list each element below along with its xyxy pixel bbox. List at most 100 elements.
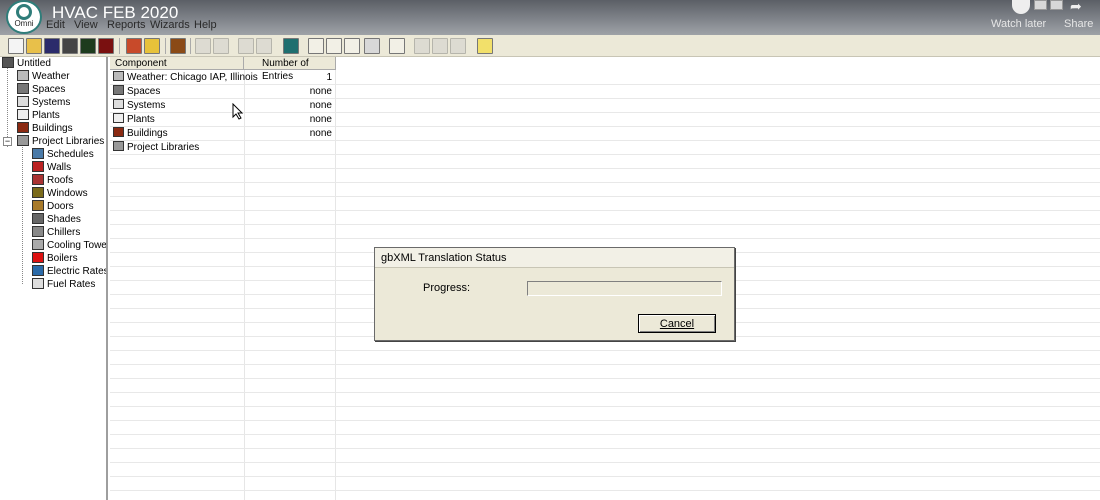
tree-item-electric-rates[interactable]: Electric Rates (32, 265, 106, 278)
table-row[interactable]: Spaces (113, 85, 160, 98)
open-book-icon[interactable] (62, 38, 78, 54)
weather-icon (113, 71, 124, 81)
save-icon[interactable] (44, 38, 60, 54)
toolbar-separator (119, 38, 120, 54)
tree-item-cooling-towers[interactable]: Cooling Towers (32, 239, 106, 252)
tree-view-icon[interactable] (326, 38, 342, 54)
save-library-icon[interactable] (80, 38, 96, 54)
translation-status-dialog: gbXML Translation Status Progress: Cance… (374, 247, 735, 341)
new-file-icon[interactable] (8, 38, 24, 54)
image-view-icon[interactable] (283, 38, 299, 54)
minimize-icon[interactable] (1034, 0, 1047, 10)
walls-icon (32, 161, 44, 172)
cooling-towers-icon (32, 239, 44, 250)
grid-line (110, 392, 1100, 393)
grid-line (110, 420, 1100, 421)
print-icon[interactable] (450, 38, 466, 54)
buildings-icon (113, 127, 124, 137)
properties-icon[interactable] (256, 38, 272, 54)
tree-item-project-libraries[interactable]: Project Libraries (17, 135, 104, 148)
progress-label: Progress: (423, 282, 471, 294)
edit-item-icon[interactable] (238, 38, 254, 54)
tree-item-fuel-rates[interactable]: Fuel Rates (32, 278, 95, 291)
tree-item-chillers[interactable]: Chillers (32, 226, 80, 239)
tree-item-schedules[interactable]: Schedules (32, 148, 94, 161)
grid-line (110, 406, 1100, 407)
share-icon[interactable]: ➦ (1070, 0, 1090, 13)
house-icon[interactable] (144, 38, 160, 54)
tree-root[interactable]: Untitled (2, 57, 51, 70)
tree-connector (22, 147, 23, 284)
grid-line (110, 224, 1100, 225)
graph-icon[interactable] (432, 38, 448, 54)
toolbar-separator (165, 38, 166, 54)
tree-item-doors[interactable]: Doors (32, 200, 74, 213)
table-row[interactable]: Weather: Chicago IAP, Illinois (113, 71, 258, 84)
tree-item-roofs[interactable]: Roofs (32, 174, 73, 187)
grid-line (110, 238, 1100, 239)
entries-cell: none (309, 86, 332, 97)
column-header-component[interactable]: Component (110, 57, 244, 70)
tree-item-systems[interactable]: Systems (17, 96, 70, 109)
table-row[interactable]: Buildings (113, 127, 168, 140)
copy-icon[interactable] (195, 38, 211, 54)
entries-cell: 1 (326, 72, 332, 83)
delete-icon[interactable] (213, 38, 229, 54)
table-row[interactable]: Project Libraries (113, 141, 199, 154)
chillers-icon (32, 226, 44, 237)
save-as-icon[interactable] (98, 38, 114, 54)
grid-line (110, 476, 1100, 477)
channel-logo-text: Omni (14, 19, 34, 28)
collapse-toggle[interactable]: − (3, 137, 12, 146)
plants-icon (113, 113, 124, 123)
grid-line (110, 154, 1100, 155)
tree-item-weather[interactable]: Weather (17, 70, 70, 83)
grid-line (110, 168, 1100, 169)
calculator-icon[interactable] (170, 38, 186, 54)
building-wizard-icon[interactable] (126, 38, 142, 54)
toolbar (0, 35, 1100, 57)
mouse-cursor-icon (232, 103, 244, 120)
menu-view[interactable]: View (74, 19, 98, 31)
doors-icon (32, 200, 44, 211)
pencil-icon[interactable] (414, 38, 430, 54)
roofs-icon (32, 174, 44, 185)
grid-line (110, 350, 1100, 351)
systems-icon (113, 99, 124, 109)
electric-rates-icon (32, 265, 44, 276)
weather-icon (17, 70, 29, 81)
table-row[interactable]: Systems (113, 99, 165, 112)
grid-line (110, 448, 1100, 449)
tree-item-spaces[interactable]: Spaces (17, 83, 65, 96)
list-view-icon[interactable] (344, 38, 360, 54)
clock-icon[interactable] (1012, 0, 1030, 14)
systems-icon (17, 96, 29, 107)
entries-cell (250, 141, 332, 154)
channel-logo[interactable]: Omni (6, 0, 42, 34)
tree-item-plants[interactable]: Plants (17, 109, 60, 122)
chart-icon[interactable] (308, 38, 324, 54)
buildings-icon (17, 122, 29, 133)
library-icon (17, 135, 29, 146)
table-row[interactable]: Plants (113, 113, 155, 126)
tree-item-shades[interactable]: Shades (32, 213, 81, 226)
menu-reports[interactable]: Reports (107, 19, 146, 31)
tree-item-windows[interactable]: Windows (32, 187, 88, 200)
grid-line (110, 490, 1100, 491)
column-header-entries[interactable]: Number of Entries (244, 57, 336, 82)
menu-help[interactable]: Help (194, 19, 217, 31)
tree-item-walls[interactable]: Walls (32, 161, 71, 174)
share-button[interactable]: Share (1064, 18, 1093, 30)
report-icon[interactable] (389, 38, 405, 54)
watch-later-button[interactable]: Watch later (991, 18, 1046, 30)
tree-item-boilers[interactable]: Boilers (32, 252, 78, 265)
menu-wizards[interactable]: Wizards (150, 19, 190, 31)
cancel-button[interactable]: Cancel (638, 314, 716, 333)
grid-view-icon[interactable] (364, 38, 380, 54)
menu-edit[interactable]: Edit (46, 19, 65, 31)
help-icon[interactable] (477, 38, 493, 54)
tree-item-buildings[interactable]: Buildings (17, 122, 73, 135)
restore-icon[interactable] (1050, 0, 1063, 10)
book-icon (2, 57, 14, 68)
open-folder-icon[interactable] (26, 38, 42, 54)
